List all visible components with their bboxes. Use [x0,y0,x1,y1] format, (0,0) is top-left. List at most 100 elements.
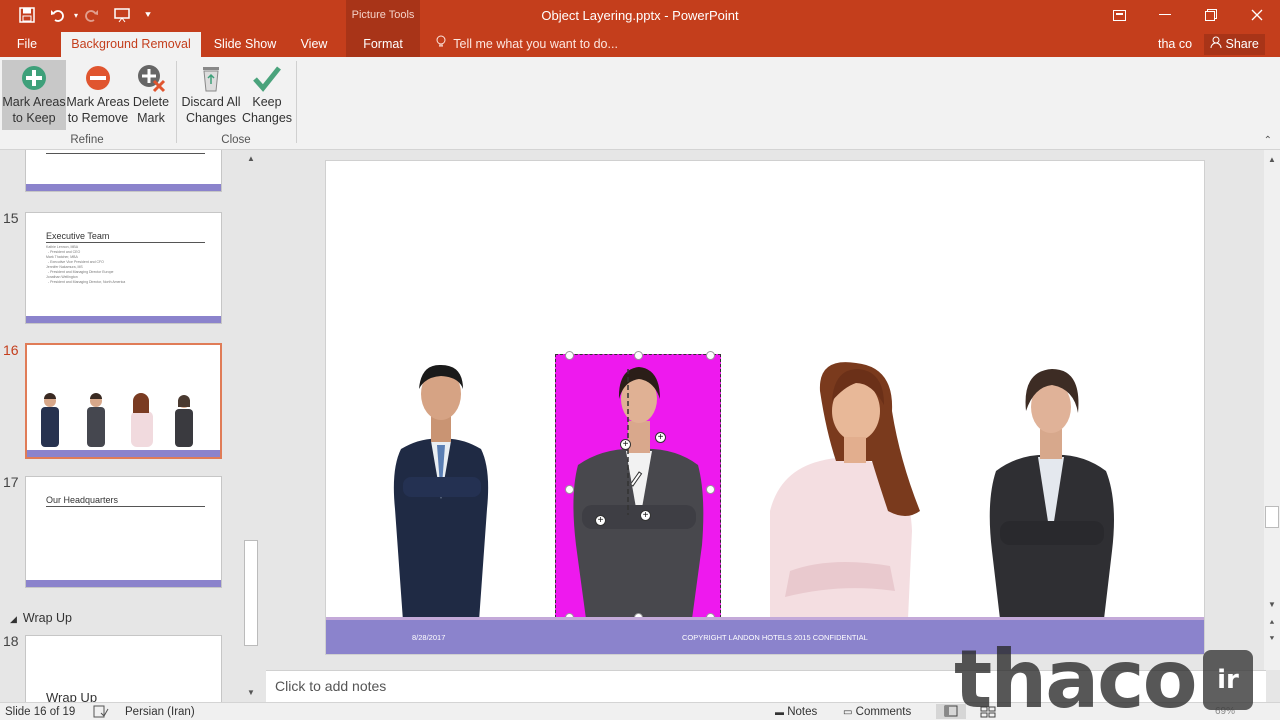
button-label: to Remove [67,111,129,125]
section-label: Wrap Up [22,611,73,625]
woman-dark-blazer-photo[interactable] [976,361,1126,619]
footer-bar [26,580,221,587]
person-icon [1210,36,1225,51]
thumbnail-people-image [41,393,193,447]
slide-thumbnail-17[interactable]: Our Headquarters [25,476,222,588]
title-rule [46,242,205,243]
button-label: Mark Areas [2,95,66,109]
keep-mark-plus-icon[interactable]: + [640,510,651,521]
ribbon: Mark Areas to Keep Mark Areas to Remove … [0,57,1280,150]
user-name[interactable]: tha co [1158,32,1192,57]
tab-view[interactable]: View [294,32,334,57]
footer-date: 8/28/2017 [412,633,446,642]
slide-thumbnail-16[interactable] [25,343,222,459]
keep-mark-plus-icon[interactable]: + [595,515,606,526]
scroll-down-icon[interactable]: ▼ [1265,598,1279,612]
notes-placeholder[interactable]: Click to add notes [275,678,386,694]
slide-number-selected: 16 [3,342,19,358]
thumbnails-scrollbar[interactable]: ▲ ▼ [243,152,259,700]
businesswoman-photo[interactable] [556,355,722,619]
button-label: Changes [242,111,293,125]
tab-file[interactable]: File [8,32,46,57]
spelling-check-icon[interactable] [93,705,109,720]
delete-mark-button[interactable]: Delete Mark [130,60,172,130]
tell-me-search[interactable]: Tell me what you want to do... [436,32,618,57]
tab-slide-show[interactable]: Slide Show [208,32,282,57]
tab-background-removal[interactable]: Background Removal [61,32,201,57]
slide-thumbnail-15[interactable]: Executive Team Kathie Lennon, MBA - Pres… [25,212,222,324]
group-separator [296,61,297,143]
scroll-up-icon[interactable]: ▲ [244,152,258,166]
tell-me-label: Tell me what you want to do... [453,37,618,51]
notes-button[interactable]: ▬ Notes [775,706,817,718]
keep-mark-plus-icon[interactable]: + [620,439,631,450]
language-indicator[interactable]: Persian (Iran) [125,706,195,718]
background-removal-selection[interactable]: + + + + [555,351,722,622]
restore-icon[interactable] [1188,0,1234,30]
watermark-logo: thaco [954,633,1198,720]
section-header-wrap-up[interactable]: ◢ Wrap Up [10,611,72,625]
window-title: Object Layering.pptx - PowerPoint [541,8,739,23]
slide-thumbnail-18[interactable]: Wrap Up [25,635,222,702]
comments-button[interactable]: ▭ Comments [843,706,911,718]
watermark-badge: ir [1203,650,1253,710]
slide-number: 15 [3,210,19,226]
scroll-thumb[interactable] [1265,506,1279,528]
previous-slide-icon[interactable]: ⯅ [1265,616,1279,630]
footer-copyright: COPYRIGHT LANDON HOTELS 2015 CONFIDENTIA… [682,633,868,642]
group-label-refine: Refine [70,134,104,146]
share-button[interactable]: Share [1204,34,1265,55]
button-label: to Keep [12,111,56,125]
title-rule [46,153,205,154]
title-bar: ▾ ⯆ Picture Tools Object Layering.pptx -… [0,0,1280,32]
tab-format[interactable]: Format [346,32,420,57]
mark-areas-to-keep-button[interactable]: Mark Areas to Keep [2,60,66,130]
thumbnail-body: Kathie Lennon, MBA - President and CEO M… [46,245,126,284]
keep-changes-button[interactable]: Keep Changes [242,60,292,130]
notes-label: Notes [787,706,818,718]
button-label: Changes [185,111,237,125]
recycle-bin-icon [195,62,227,94]
editor-scrollbar[interactable]: ▲ ▼ ⯅ ⯆ [1264,150,1280,670]
collapse-ribbon-icon[interactable]: ⌃ [1264,135,1272,146]
resize-handle[interactable] [634,351,643,360]
close-icon[interactable] [1234,0,1280,30]
keep-mark-plus-icon[interactable]: + [655,432,666,443]
minimize-icon[interactable] [1142,0,1188,30]
mark-areas-to-remove-button[interactable]: Mark Areas to Remove [66,60,130,130]
thumbnail-title: Wrap Up [46,690,98,702]
scroll-down-icon[interactable]: ▼ [244,686,258,700]
footer-bar [26,184,221,191]
footer-bar [27,450,220,457]
button-label: Keep [252,95,282,109]
next-slide-icon[interactable]: ⯆ [1265,632,1279,646]
discard-all-changes-button[interactable]: Discard All Changes [180,60,242,130]
ribbon-tabs: File Background Removal Slide Show View … [0,32,1280,57]
footer-bar [26,316,221,323]
thumbnail-title: Executive Team [46,231,110,241]
group-label-close: Close [221,134,251,146]
button-label: Mark Areas [66,95,130,109]
slide-number: 18 [3,633,19,649]
slide-editor: + + + + 8/28/2017 COPYRIGHT LANDON HOTEL… [262,150,1264,670]
slide-thumbnails-panel: 15 Executive Team Kathie Lennon, MBA - P… [0,150,262,702]
slide-number: 17 [3,474,19,490]
title-rule [46,506,205,507]
scroll-thumb[interactable] [244,540,258,646]
button-label: Discard All [181,95,241,109]
thumbnail-title: Our Headquarters [46,495,119,505]
resize-handle[interactable] [706,351,715,360]
minus-circle-icon [82,62,114,94]
resize-handle[interactable] [565,351,574,360]
ribbon-display-icon[interactable] [1096,0,1142,30]
resize-handle[interactable] [706,485,715,494]
resize-handle[interactable] [565,485,574,494]
notes-icon: ▬ [775,707,784,717]
slide-canvas[interactable]: + + + + 8/28/2017 COPYRIGHT LANDON HOTEL… [325,160,1205,655]
businessman-photo[interactable] [381,359,501,621]
delete-mark-icon [135,62,167,94]
scroll-up-icon[interactable]: ▲ [1265,153,1279,167]
woman-pink-blouse-photo[interactable] [760,361,940,619]
slide-counter: Slide 16 of 19 [5,706,76,718]
slide-thumbnail-14[interactable] [25,150,222,192]
